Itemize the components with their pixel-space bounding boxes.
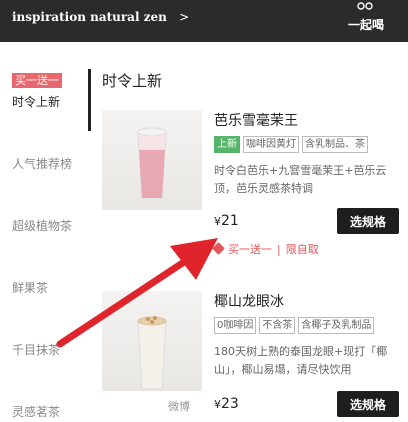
product-tags: 0咖啡因 不含茶 含椰子及乳制品 — [214, 317, 375, 334]
product-name: 芭乐雪毫茉王 — [214, 113, 298, 129]
product-price: ¥23 — [214, 396, 239, 412]
promo-bogo: 买一送一 — [228, 243, 272, 256]
sidebar-item-inspiration-tea[interactable]: 灵感茗茶 — [12, 403, 60, 420]
product-description: 180天树上熟的泰国龙眼+现打「椰山」，椰山易塌，请尽快饮用 — [214, 345, 388, 376]
promo-separator: | — [277, 243, 281, 256]
tag-ingredients: 含乳制品、茶 — [302, 136, 368, 153]
tag-ingredients: 含椰子及乳制品 — [298, 317, 375, 334]
price-value: 23 — [221, 396, 239, 412]
promo-badge: 买一送一 — [12, 73, 62, 88]
product-card[interactable]: 芭乐雪毫茉王 上新 咖啡因黄灯 含乳制品、茶 时令白芭乐+九窨雪毫茉王+芭乐云顶… — [102, 110, 402, 260]
tag-new: 上新 — [214, 136, 240, 153]
sidebar-item-seasonal[interactable]: 时令上新 — [12, 93, 60, 110]
store-selector[interactable]: inspiration natural zen > — [12, 10, 189, 24]
sidebar-item-fruit-tea[interactable]: 鲜果茶 — [12, 279, 48, 296]
product-card[interactable]: 椰山龙眼冰 0咖啡因 不含茶 含椰子及乳制品 180天树上熟的泰国龙眼+现打「椰… — [102, 291, 402, 422]
currency-symbol: ¥ — [214, 215, 221, 228]
promo-pickup: 限自取 — [285, 243, 319, 256]
section-title: 时令上新 — [102, 72, 163, 90]
sidebar-item-plant-tea[interactable]: 超级植物茶 — [12, 217, 72, 234]
price-value: 21 — [221, 213, 239, 229]
sidebar-item-matcha[interactable]: 千目抹茶 — [12, 341, 60, 358]
active-indicator — [88, 69, 91, 131]
product-description: 时令白芭乐+九窨雪毫茉王+芭乐云顶，芭乐灵感茶特调 — [214, 164, 387, 195]
tag-icon — [212, 242, 225, 255]
store-name: inspiration natural zen — [12, 10, 167, 24]
tag-caffeine: 0咖啡因 — [214, 317, 257, 334]
product-tags: 上新 咖啡因黄灯 含乳制品、茶 — [214, 136, 368, 153]
product-image[interactable] — [102, 291, 202, 391]
select-spec-button[interactable]: 选规格 — [337, 208, 399, 234]
product-price: ¥21 — [214, 213, 239, 229]
people-icon[interactable] — [352, 2, 378, 14]
top-bar: inspiration natural zen > 一起喝 — [0, 0, 408, 42]
tag-tea: 不含茶 — [259, 317, 296, 334]
watermark: 微博 — [168, 400, 190, 413]
select-spec-button[interactable]: 选规格 — [337, 391, 399, 417]
sidebar-item-popular[interactable]: 人气推荐榜 — [12, 155, 72, 172]
drink-together-button[interactable]: 一起喝 — [348, 16, 384, 33]
promo-line: 买一送一 | 限自取 — [212, 241, 319, 257]
tag-caffeine: 咖啡因黄灯 — [243, 136, 299, 153]
product-name: 椰山龙眼冰 — [214, 294, 284, 310]
product-image[interactable] — [102, 110, 202, 210]
currency-symbol: ¥ — [214, 398, 221, 411]
chevron-right-icon: > — [179, 10, 190, 24]
